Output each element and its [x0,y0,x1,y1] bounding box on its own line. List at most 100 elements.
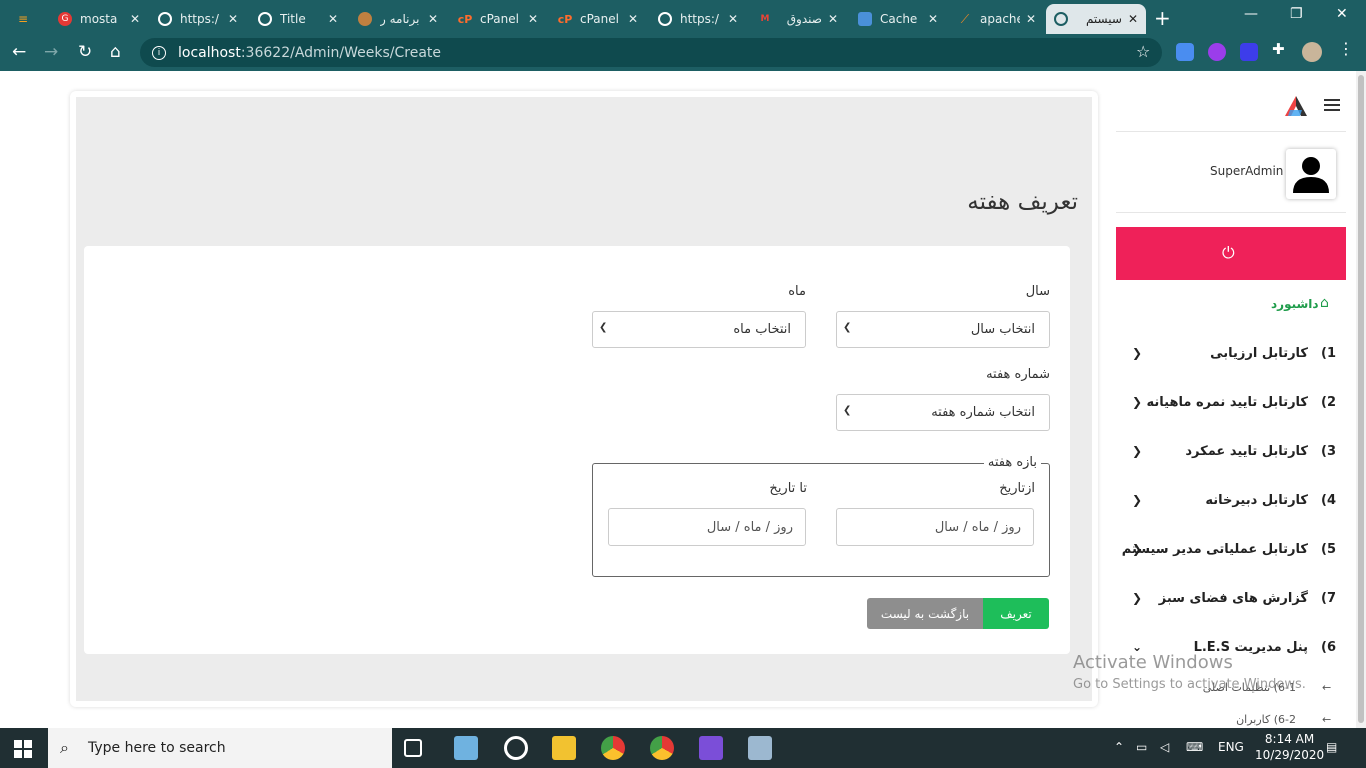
browser-tab[interactable]: ≡ [8,4,44,34]
clock[interactable]: 8:14 AM 10/29/2020 [1255,731,1324,763]
close-icon[interactable]: ✕ [728,12,738,26]
back-icon[interactable]: ← [12,42,26,62]
browser-tab[interactable]: M صندوق ✕ [750,4,846,34]
browser-tab-active[interactable]: سیستم ✕ [1046,4,1146,34]
browser-tab[interactable]: https:/ ✕ [150,4,246,34]
week-form: سال انتخاب سال ❯ ماه انتخاب ماه ❯ شماره … [84,246,1070,654]
info-icon[interactable]: i [152,45,166,60]
close-icon[interactable]: ✕ [628,12,638,26]
to-date-input[interactable]: روز / ماه / سال [608,508,806,546]
close-icon[interactable]: ✕ [828,12,838,26]
app-icon[interactable] [454,736,478,760]
translate-extension-icon[interactable] [1176,43,1194,61]
keyboard-icon[interactable]: ⌨ [1186,740,1203,754]
reload-icon[interactable]: ↻ [78,42,92,62]
hamburger-menu-icon[interactable] [1324,99,1340,114]
apache-icon: ⟋ [960,11,970,26]
browser-tab[interactable]: https:/ ✕ [650,4,746,34]
new-tab-button[interactable]: + [1154,6,1171,30]
submit-button[interactable]: تعریف [983,598,1049,629]
profile-avatar[interactable] [1302,42,1322,62]
menu-dots-icon[interactable]: ⋮ [1338,39,1356,58]
arrow-left-icon: ← [1322,713,1332,726]
browser-tab[interactable]: G mosta ✕ [50,4,148,34]
extension-icon[interactable] [1240,43,1258,61]
cache-icon [858,12,872,26]
globe-icon [658,12,672,26]
close-icon[interactable]: ✕ [1128,12,1138,26]
windows-start-icon[interactable] [14,740,32,758]
media-app-icon[interactable] [504,736,528,760]
sidebar-item-monthly-score[interactable]: 2) کارتابل تایید نمره ماهیانه ❮ [1116,391,1346,421]
extension-icon[interactable] [1208,43,1226,61]
year-select[interactable]: انتخاب سال ❯ [836,311,1050,348]
close-icon[interactable]: ✕ [928,12,938,26]
url-bar[interactable]: i localhost:36622/Admin/Weeks/Create [140,38,1162,67]
back-to-list-button[interactable]: بازگشت به لیست [867,598,983,629]
forward-icon[interactable]: → [44,42,58,62]
browser-tab[interactable]: cP cPanel ✕ [450,4,546,34]
to-date-label: تا تاریخ [769,481,807,496]
browser-tab[interactable]: Cache ✕ [850,4,946,34]
from-date-input[interactable]: روز / ماه / سال [836,508,1034,546]
sidebar-item-dashboard[interactable]: داشبورد [1271,297,1319,311]
browser-tab[interactable]: برنامه ر ✕ [350,4,446,34]
scrollbar-thumb[interactable] [1358,75,1364,723]
app-icon[interactable] [748,736,772,760]
chrome-active-icon[interactable] [650,736,674,760]
app-icon [358,12,372,26]
browser-tab[interactable]: ⟋ apache ✕ [950,4,1044,34]
notifications-icon[interactable]: ▤ [1326,740,1337,754]
file-explorer-icon[interactable] [552,736,576,760]
chevron-left-icon: ❮ [1132,493,1143,507]
app-logo-icon [1285,96,1307,116]
browser-tab[interactable]: cP cPanel ✕ [550,4,646,34]
chrome-icon[interactable] [601,736,625,760]
bookmark-star-icon[interactable]: ☆ [1136,42,1150,61]
puzzle-extensions-icon[interactable]: ✚ [1272,40,1290,58]
minimize-button[interactable]: — [1244,6,1258,22]
chevron-left-icon: ❮ [1132,591,1143,605]
page-scrollbar[interactable] [1356,71,1366,728]
home-icon: ⌂ [1320,295,1329,311]
close-icon[interactable]: ✕ [328,12,338,26]
volume-icon[interactable]: ◁ [1160,740,1169,754]
close-window-button[interactable]: ✕ [1336,6,1348,22]
week-number-select[interactable]: انتخاب شماره هفته ❯ [836,394,1050,431]
input-language[interactable]: ENG [1218,740,1244,754]
logout-button[interactable]: ⏻ [1116,227,1346,280]
cpanel-icon: cP [457,12,473,26]
network-icon[interactable]: ▭ [1136,740,1147,754]
home-icon[interactable]: ⌂ [110,42,121,62]
sidebar-item-sysadmin[interactable]: 5) کارتابل عملیاتی مدیر سیستم ❮ [1116,538,1346,568]
close-icon[interactable]: ✕ [130,12,140,26]
activate-windows-watermark: Activate Windows [1073,652,1233,673]
chevron-left-icon: ❮ [1132,346,1143,360]
tray-chevron-up-icon[interactable]: ⌃ [1114,740,1124,754]
visual-studio-icon[interactable] [699,736,723,760]
task-view-icon[interactable] [404,739,422,757]
month-select[interactable]: انتخاب ماه ❯ [592,311,806,348]
user-icon [1293,157,1329,193]
sidebar-item-secretariat[interactable]: 4) کارتابل دبیرخانه ❮ [1116,489,1346,519]
close-icon[interactable]: ✕ [1026,12,1036,26]
url-host: localhost [178,44,241,61]
close-icon[interactable]: ✕ [228,12,238,26]
browser-tab[interactable]: Title ✕ [250,4,346,34]
sidebar-subitem-users[interactable]: 6-2) کاربران ← [1116,711,1346,728]
taskbar-search-input[interactable]: ⌕ Type here to search [48,728,392,768]
power-icon: ⏻ [1222,243,1235,262]
divider [1116,131,1346,132]
chevron-down-icon: ❯ [843,322,852,333]
windows-taskbar: ⌕ Type here to search ⌃ ▭ ◁ ⌨ ENG 8:14 A… [0,728,1366,768]
sidebar-item-evaluation[interactable]: 1) کارتابل ارزیابی ❮ [1116,342,1346,372]
stack-icon: ≡ [17,12,29,26]
sidebar-item-performance[interactable]: 3) کارتابل تایید عمکرد ❮ [1116,440,1346,470]
search-icon: ⌕ [60,738,69,757]
restore-button[interactable]: ❐ [1290,6,1303,22]
close-icon[interactable]: ✕ [528,12,538,26]
chevron-down-icon: ❯ [599,322,608,333]
sidebar-item-green-space-reports[interactable]: 7) گزارش های فضای سبز ❮ [1116,587,1346,617]
page-title: تعریف هفته [967,189,1078,215]
close-icon[interactable]: ✕ [428,12,438,26]
